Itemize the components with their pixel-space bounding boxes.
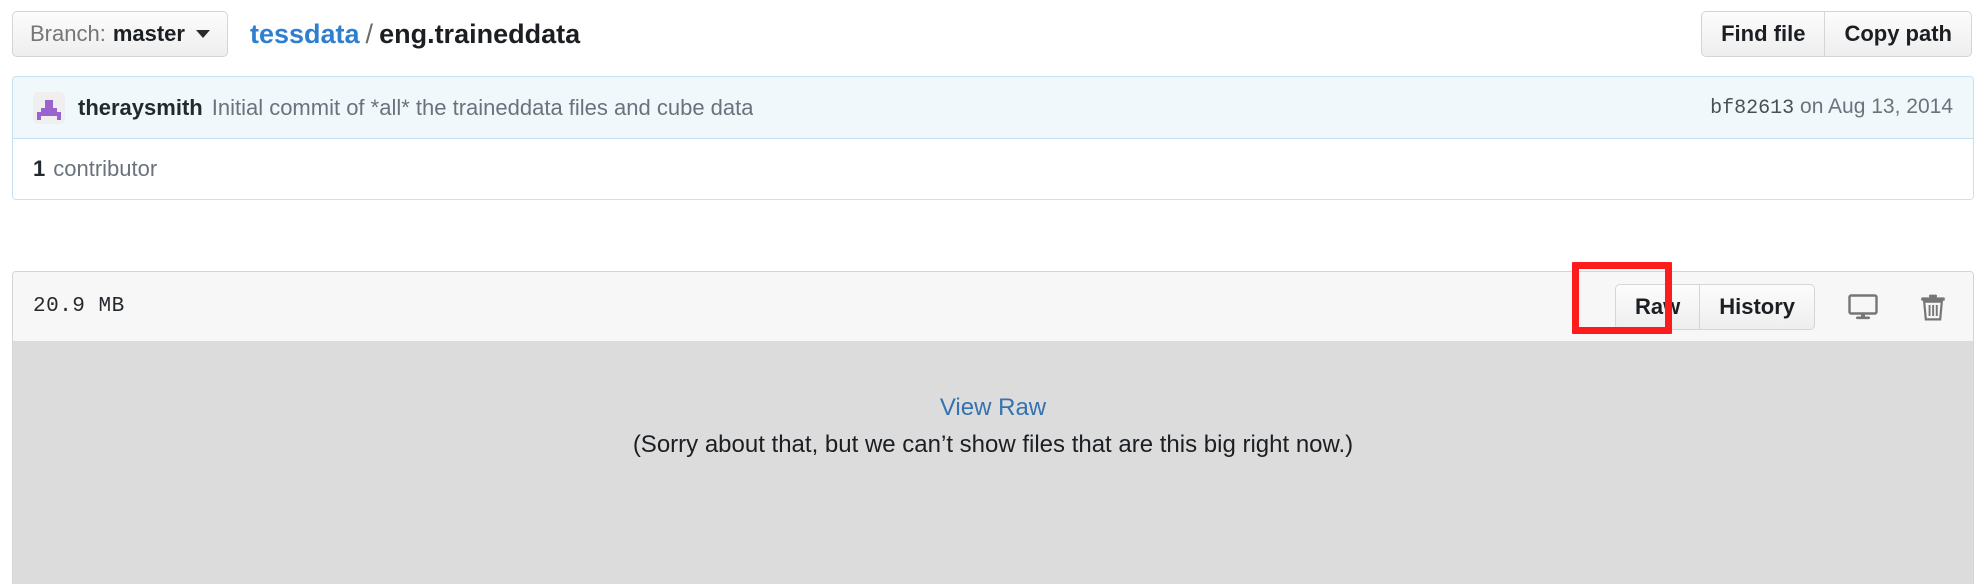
file-navigation-header: Branch: master tessdata / eng.traineddata … xyxy=(0,0,1986,68)
file-action-buttons: Raw History xyxy=(1614,283,1955,330)
commit-summary-row: theraysmith Initial commit of *all* the … xyxy=(13,77,1973,139)
breadcrumb-filename: eng.traineddata xyxy=(379,18,581,49)
contributors-count: 1 xyxy=(33,156,46,181)
commit-author-name[interactable]: theraysmith xyxy=(78,95,203,121)
commit-sha[interactable]: bf82613 xyxy=(1710,97,1794,120)
contributors-label: contributor xyxy=(53,156,158,181)
commit-message[interactable]: Initial commit of *all* the traineddata … xyxy=(212,95,754,121)
header-button-group: Find file Copy path xyxy=(1701,11,1972,57)
branch-label: Branch: xyxy=(30,21,106,46)
branch-name: master xyxy=(112,21,185,46)
history-button[interactable]: History xyxy=(1700,283,1815,330)
branch-selector-button[interactable]: Branch: master xyxy=(12,11,228,57)
breadcrumb-separator: / xyxy=(365,18,374,49)
desktop-monitor-icon[interactable] xyxy=(1841,287,1885,327)
view-raw-link[interactable]: View Raw xyxy=(940,394,1046,422)
contributors-row[interactable]: 1 contributor xyxy=(13,139,1973,199)
file-content-area: View Raw (Sorry about that, but we can’t… xyxy=(13,342,1973,584)
header-actions: Find file Copy path xyxy=(1701,11,1972,57)
github-file-view-page: Branch: master tessdata / eng.traineddata … xyxy=(0,0,1986,584)
file-size: 20.9 MB xyxy=(33,295,125,318)
commit-meta: bf82613 on Aug 13, 2014 xyxy=(1686,95,1953,120)
find-file-button[interactable]: Find file xyxy=(1701,11,1826,57)
breadcrumb-repo-link[interactable]: tessdata xyxy=(250,19,360,49)
raw-button[interactable]: Raw xyxy=(1614,283,1701,330)
copy-path-button[interactable]: Copy path xyxy=(1825,11,1972,57)
identicon-avatar[interactable] xyxy=(33,91,65,124)
file-blob-box: 20.9 MB Raw History View Raw (Sorry abou… xyxy=(12,271,1974,584)
raw-history-button-group: Raw History xyxy=(1614,283,1815,330)
chevron-down-icon xyxy=(195,30,210,38)
file-too-big-note: (Sorry about that, but we can’t show fil… xyxy=(632,431,1354,458)
trash-icon[interactable] xyxy=(1911,287,1955,327)
breadcrumb: tessdata / eng.traineddata xyxy=(250,19,580,50)
latest-commit-box: theraysmith Initial commit of *all* the … xyxy=(12,76,1974,200)
file-meta-toolbar: 20.9 MB Raw History xyxy=(13,272,1973,342)
commit-date: on Aug 13, 2014 xyxy=(1800,95,1953,118)
